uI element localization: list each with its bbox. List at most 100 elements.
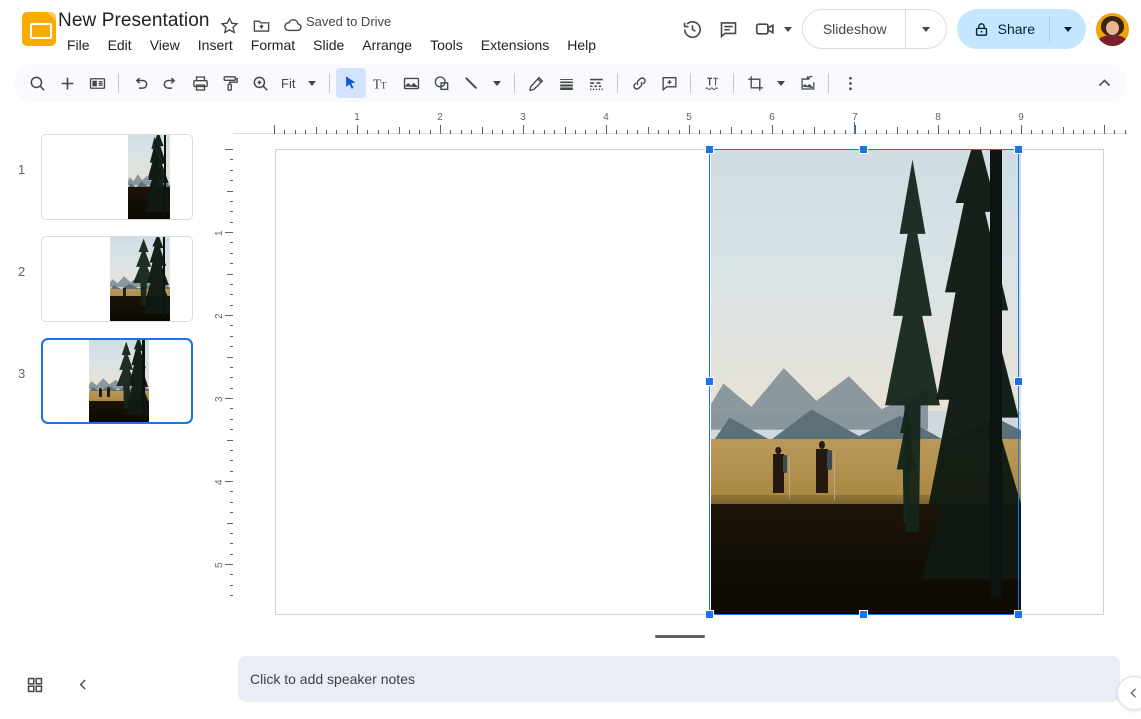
ruler-label: 6 xyxy=(769,112,775,123)
expand-side-panel-icon[interactable] xyxy=(1117,676,1141,710)
current-slide[interactable] xyxy=(275,149,1104,615)
ruler-tick xyxy=(979,127,981,134)
ruler-label: 4 xyxy=(603,112,609,123)
photo-hikers-mountain xyxy=(711,150,1021,614)
comment-icon[interactable] xyxy=(711,11,747,47)
document-title[interactable]: New Presentation xyxy=(58,10,210,32)
slide-thumbnail-3[interactable] xyxy=(41,338,193,424)
toolbar-divider xyxy=(617,73,619,93)
slideshow-label: Slideshow xyxy=(822,21,887,37)
menu-bar: File Edit View Insert Format Slide Arran… xyxy=(58,34,605,56)
menu-edit[interactable]: Edit xyxy=(99,34,141,56)
hiker-left xyxy=(773,447,790,499)
menu-arrange[interactable]: Arrange xyxy=(353,34,421,56)
toolbar-divider xyxy=(514,73,516,93)
user-avatar[interactable] xyxy=(1096,12,1129,46)
shape-icon[interactable] xyxy=(426,68,456,98)
ruler-tick xyxy=(315,127,317,134)
list-item[interactable]: 3 xyxy=(0,338,200,424)
ruler-tick xyxy=(1104,125,1105,134)
layout-icon[interactable] xyxy=(82,68,112,98)
svg-text:T: T xyxy=(381,81,387,91)
ruler-tick xyxy=(606,125,607,134)
menu-extensions[interactable]: Extensions xyxy=(472,34,558,56)
text-wrap-icon[interactable] xyxy=(697,68,727,98)
line-icon[interactable] xyxy=(456,68,486,98)
toolbar-divider xyxy=(828,73,830,93)
crop-icon[interactable] xyxy=(740,68,770,98)
insert-link-icon[interactable] xyxy=(624,68,654,98)
menu-slide[interactable]: Slide xyxy=(304,34,353,56)
slide-thumbnail-1[interactable] xyxy=(41,134,193,220)
line-dash-icon[interactable] xyxy=(581,68,611,98)
ruler-label: 5 xyxy=(686,112,692,123)
ruler-tick xyxy=(1021,125,1022,134)
zoom-dropdown-chevron-down-icon[interactable] xyxy=(301,68,323,98)
main-toolbar: Fit T T xyxy=(14,64,1127,102)
text-box-icon[interactable]: T T xyxy=(366,68,396,98)
share-dropdown[interactable] xyxy=(1050,9,1086,49)
ruler-label: 3 xyxy=(520,112,526,123)
collapse-filmstrip-icon[interactable] xyxy=(72,673,94,695)
ruler-tick xyxy=(689,125,690,134)
mask-image-icon[interactable] xyxy=(792,68,822,98)
line-dropdown-chevron-down-icon[interactable] xyxy=(486,68,508,98)
slide-filmstrip[interactable]: 1 2 3 xyxy=(0,112,212,657)
thumbnail-image xyxy=(128,135,170,219)
ruler-label: 3 xyxy=(214,396,225,402)
paint-format-icon[interactable] xyxy=(215,68,245,98)
vertical-ruler[interactable]: 1 2 3 4 5 xyxy=(212,134,234,634)
ruler-tick xyxy=(855,125,856,134)
insert-image-icon[interactable] xyxy=(396,68,426,98)
select-cursor-icon[interactable] xyxy=(336,68,367,98)
menu-help[interactable]: Help xyxy=(558,34,605,56)
top-bar: New Presentation Saved to Drive File Edi… xyxy=(0,0,1141,58)
zoom-icon[interactable] xyxy=(245,68,275,98)
new-slide-icon[interactable] xyxy=(52,68,82,98)
thumbnail-image xyxy=(89,340,149,422)
star-icon[interactable] xyxy=(218,14,240,36)
line-weight-icon[interactable] xyxy=(551,68,581,98)
horizontal-ruler[interactable]: 123456789 xyxy=(233,112,1128,144)
ruler-label: 5 xyxy=(214,562,225,568)
undo-icon[interactable] xyxy=(125,68,155,98)
version-history-icon[interactable] xyxy=(675,11,711,47)
ruler-label: 9 xyxy=(1018,112,1024,123)
share-button[interactable]: Share xyxy=(956,9,1086,49)
list-item[interactable]: 1 xyxy=(0,134,200,220)
notes-resize-handle[interactable] xyxy=(655,635,705,638)
ruler-tick xyxy=(730,127,732,134)
slideshow-button[interactable]: Slideshow xyxy=(801,9,947,49)
slideshow-dropdown[interactable] xyxy=(906,10,946,48)
ruler-tick xyxy=(938,125,939,134)
print-icon[interactable] xyxy=(185,68,215,98)
chevron-down-icon[interactable] xyxy=(783,26,792,32)
zoom-level-value[interactable]: Fit xyxy=(275,76,301,91)
search-icon[interactable] xyxy=(22,68,52,98)
grid-view-icon[interactable] xyxy=(22,672,48,698)
move-to-folder-icon[interactable] xyxy=(250,14,272,36)
slide-canvas-area[interactable] xyxy=(233,134,1128,634)
photo-hikers-mountain xyxy=(128,135,170,219)
redo-icon[interactable] xyxy=(155,68,185,98)
cloud-saved-icon[interactable] xyxy=(282,14,304,36)
menu-format[interactable]: Format xyxy=(242,34,304,56)
slide-thumbnail-2[interactable] xyxy=(41,236,193,322)
menu-file[interactable]: File xyxy=(58,34,99,56)
share-label: Share xyxy=(997,21,1035,37)
menu-insert[interactable]: Insert xyxy=(189,34,242,56)
photo-hikers-mountain xyxy=(110,237,170,321)
add-comment-icon[interactable] xyxy=(654,68,684,98)
ruler-tick xyxy=(440,125,441,134)
menu-tools[interactable]: Tools xyxy=(421,34,472,56)
video-camera-icon[interactable] xyxy=(747,11,783,47)
collapse-toolbar-icon[interactable] xyxy=(1089,68,1119,98)
crop-dropdown-chevron-down-icon[interactable] xyxy=(770,68,792,98)
menu-view[interactable]: View xyxy=(141,34,189,56)
pencil-icon[interactable] xyxy=(521,68,551,98)
more-options-icon[interactable] xyxy=(835,68,865,98)
image-hikers-mountain[interactable] xyxy=(711,150,1021,614)
speaker-notes-field[interactable]: Click to add speaker notes xyxy=(238,656,1120,702)
list-item[interactable]: 2 xyxy=(0,236,200,322)
meet-button[interactable] xyxy=(747,11,792,47)
